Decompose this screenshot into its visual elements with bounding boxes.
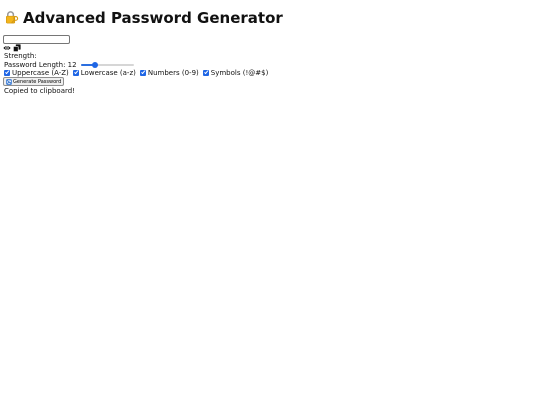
generate-button-label: Generate Password [13,78,62,85]
eye-icon[interactable] [3,44,11,52]
password-actions [3,44,21,52]
option-lowercase[interactable]: Lowercase (a-z) [72,69,136,77]
password-output-field[interactable] [3,35,70,44]
lock-with-key-icon [6,11,19,24]
uppercase-label: Uppercase (A-Z) [12,69,69,77]
length-slider[interactable] [80,61,134,69]
lowercase-checkbox[interactable] [72,70,79,76]
option-numbers[interactable]: Numbers (0-9) [139,69,199,77]
symbols-label: Symbols (!@#$) [210,69,269,77]
numbers-label: Numbers (0-9) [147,69,199,77]
generate-password-button[interactable]: Generate Password [3,77,65,86]
slider-thumb[interactable] [92,62,99,68]
copy-icon[interactable] [13,44,21,52]
numbers-checkbox[interactable] [139,70,146,76]
app-title: Advanced Password Generator [23,9,283,27]
symbols-checkbox[interactable] [202,70,209,76]
length-label: Password Length: 12 [4,61,77,69]
uppercase-checkbox[interactable] [4,70,10,76]
strength-indicator: Strength: [4,52,37,60]
option-uppercase[interactable]: Uppercase (A-Z) [4,69,69,77]
strength-label: Strength: [4,52,37,60]
option-symbols[interactable]: Symbols (!@#$) [202,69,269,77]
page-title: Advanced Password Generator [4,9,283,27]
character-options: Uppercase (A-Z) Lowercase (a-z) Numbers … [4,69,272,77]
status-message: Copied to clipboard! [4,87,75,95]
lowercase-label: Lowercase (a-z) [80,69,136,77]
length-value: 12 [67,61,77,69]
length-control: Password Length: 12 [4,61,134,69]
refresh-icon [6,78,12,85]
